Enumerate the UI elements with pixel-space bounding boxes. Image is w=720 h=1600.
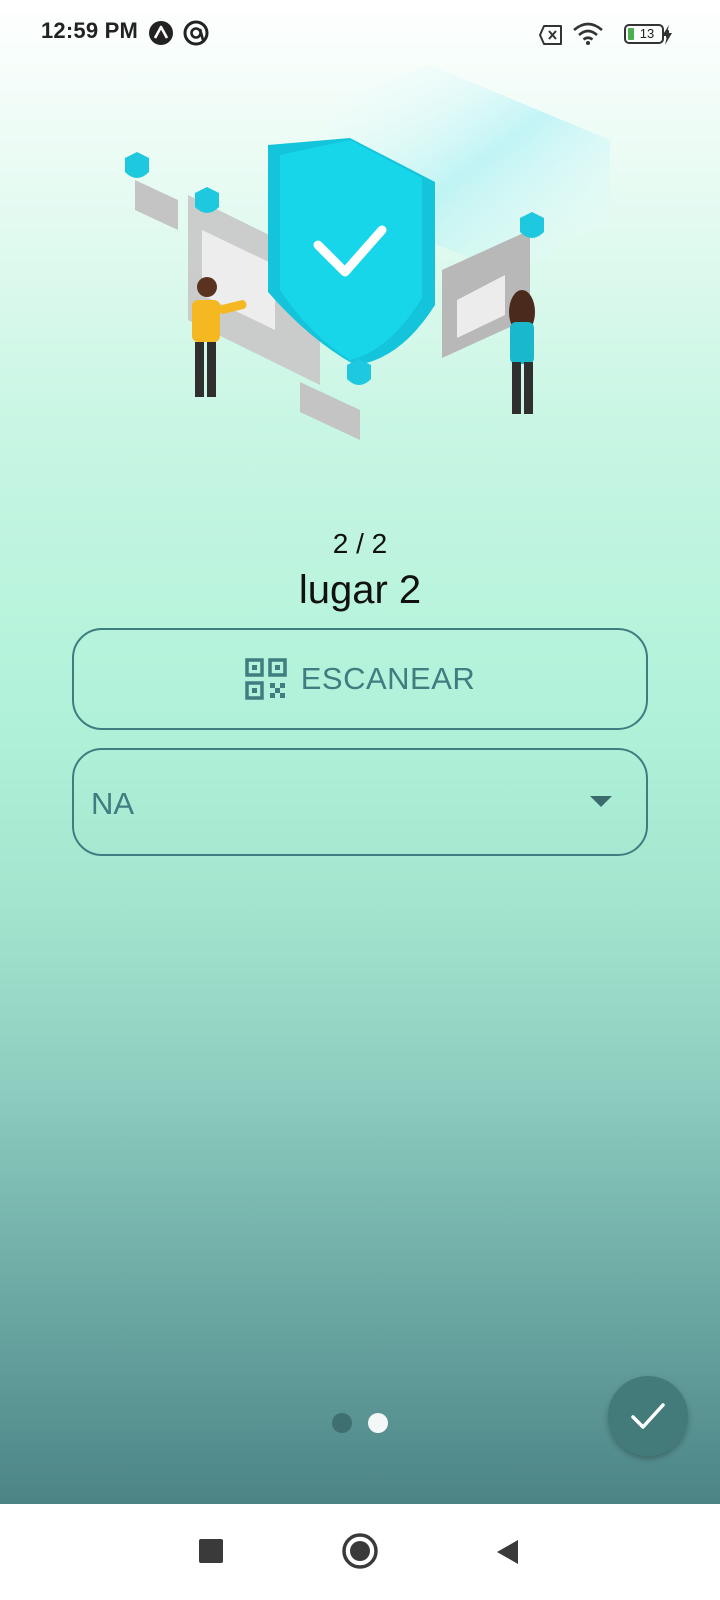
- no-sim-icon: [538, 24, 564, 51]
- recents-square-icon[interactable]: [198, 1538, 224, 1569]
- mini-shield-icon: [125, 152, 149, 178]
- place-title: lugar 2: [298, 568, 422, 612]
- back-triangle-icon[interactable]: [494, 1538, 520, 1571]
- status-time: 12:59 PM: [41, 18, 138, 43]
- charging-icon: [660, 24, 674, 51]
- dropdown-selected-value: NA: [91, 786, 135, 821]
- dropdown-caret-icon: [590, 796, 612, 807]
- confirm-fab-button[interactable]: [608, 1376, 688, 1456]
- security-illustration: [125, 65, 610, 440]
- home-circle-icon[interactable]: [341, 1532, 379, 1575]
- page-indicator-dot-2[interactable]: [368, 1413, 388, 1433]
- scan-button-label: ESCANEAR: [300, 661, 476, 696]
- onboarding-screen: 12:59 PM 13 2 / 2 lugar 2 ESCANEAR NA: [0, 0, 720, 1504]
- battery-icon: 13: [624, 24, 664, 44]
- app-at-icon: [183, 20, 209, 51]
- scan-button[interactable]: ESCANEAR: [72, 628, 648, 730]
- page-indicator-dot-1[interactable]: [332, 1413, 352, 1433]
- qr-code-icon: [244, 658, 287, 700]
- wifi-icon: [572, 22, 604, 51]
- step-counter: 2 / 2: [332, 528, 388, 559]
- battery-level: 13: [639, 26, 655, 41]
- app-a-icon: [148, 20, 174, 51]
- check-icon: [631, 1403, 665, 1429]
- option-dropdown[interactable]: NA: [72, 748, 648, 856]
- system-nav-bar: [0, 1504, 720, 1600]
